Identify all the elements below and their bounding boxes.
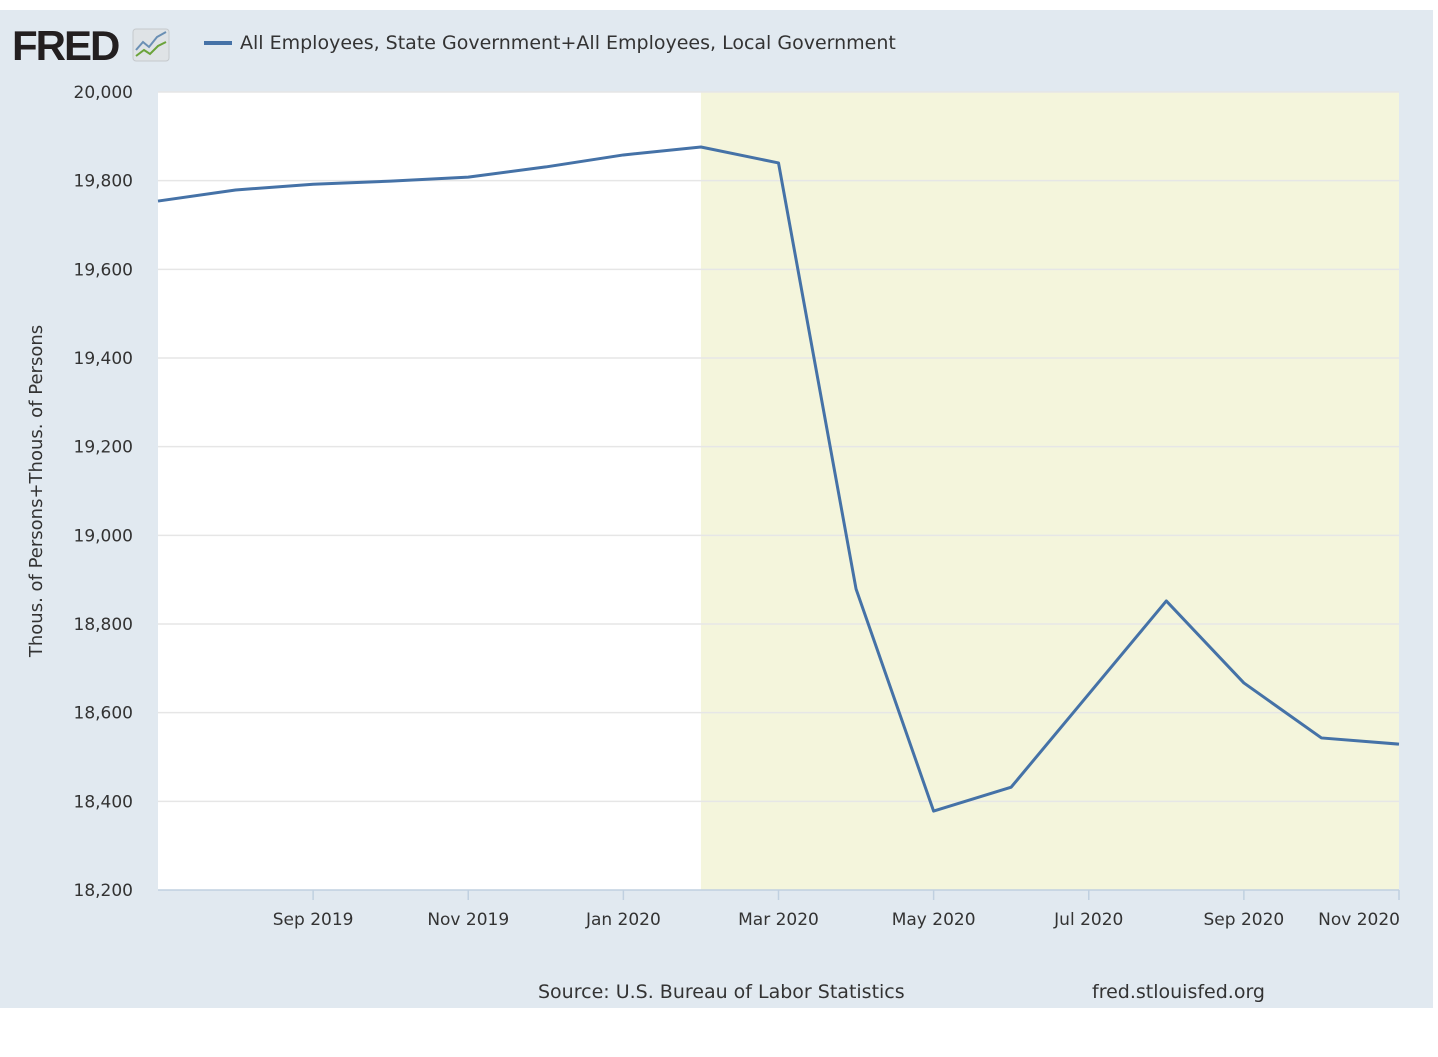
y-tick-label: 19,000 <box>74 526 133 546</box>
y-tick-label: 19,200 <box>74 438 133 458</box>
y-tick-label: 19,800 <box>74 172 133 192</box>
y-tick-label: 18,400 <box>74 792 133 812</box>
y-axis-label: Thous. of Persons+Thous. of Persons <box>26 325 47 658</box>
y-tick-label: 18,800 <box>74 615 133 635</box>
y-tick-label: 20,000 <box>74 83 133 103</box>
x-tick-label: Jan 2020 <box>585 910 661 930</box>
x-tick-label: Nov 2019 <box>427 910 509 930</box>
x-tick-label: Jul 2020 <box>1053 910 1123 930</box>
y-tick-label: 18,200 <box>74 881 133 901</box>
x-tick-label: Mar 2020 <box>738 910 819 930</box>
x-tick-label: Nov 2020 <box>1318 910 1400 930</box>
y-tick-label: 18,600 <box>74 704 133 724</box>
x-tick-label: Sep 2019 <box>273 910 354 930</box>
chart: 18,200 18,400 18,600 18,800 19,000 19,200 19,4… <box>26 83 1400 930</box>
x-tick-label: May 2020 <box>892 910 976 930</box>
y-tick-label: 19,400 <box>74 349 133 369</box>
source-note: Source: U.S. Bureau of Labor Statistics <box>538 981 905 1003</box>
y-tick-label: 19,600 <box>74 260 133 280</box>
x-tick-label: Sep 2020 <box>1204 910 1285 930</box>
site-link[interactable]: fred.stlouisfed.org <box>1092 981 1265 1003</box>
recession-shading <box>700 92 1399 890</box>
